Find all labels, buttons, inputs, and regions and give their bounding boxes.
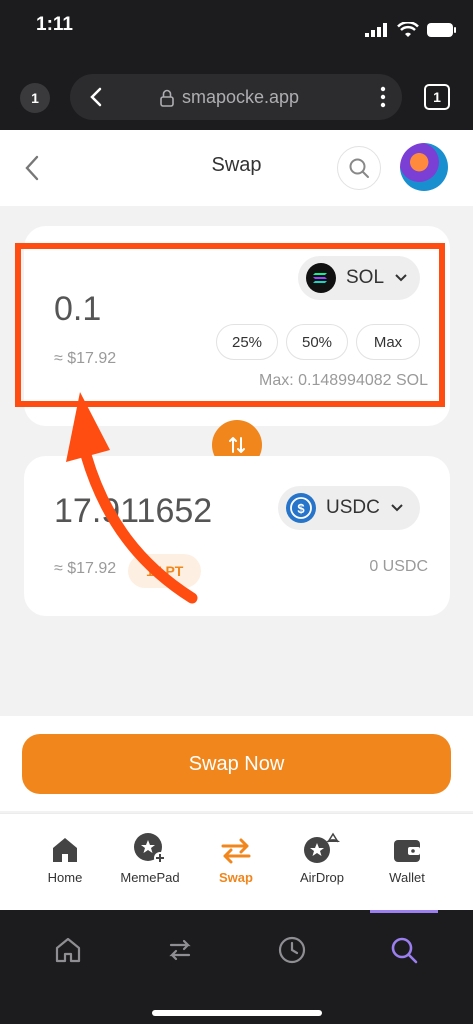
to-amount: 17.911652 [54, 492, 213, 530]
bottom-nav: Home MemePad Swap AirDrop Wallet [0, 813, 473, 910]
to-token-card: 17.911652 ≈ $17.92 17 PT $ USDC 0 USDC [24, 456, 450, 616]
nav-memepad-label: MemePad [120, 870, 180, 885]
active-tab-indicator [370, 910, 438, 913]
app-header: Swap [0, 130, 473, 206]
tabs-button[interactable]: 1 [424, 84, 450, 110]
browser-history-button[interactable] [272, 930, 312, 970]
search-icon [391, 937, 418, 964]
to-token-selector[interactable]: $ USDC [278, 486, 420, 530]
airdrop-icon [304, 832, 340, 863]
swap-now-button[interactable]: Swap Now [22, 734, 451, 794]
url-display[interactable]: smapocke.app [160, 87, 299, 108]
browser-swap-button[interactable] [160, 930, 200, 970]
chevron-down-icon [391, 504, 403, 512]
wallet-icon [394, 840, 420, 862]
tab-count-badge[interactable]: 1 [20, 83, 50, 113]
action-area: Swap Now [0, 716, 473, 811]
browser-bar: 1 smapocke.app 1 [0, 60, 473, 130]
nav-memepad[interactable]: MemePad [105, 830, 195, 885]
lock-icon [160, 89, 174, 107]
clock-icon [278, 936, 306, 964]
back-icon[interactable] [86, 86, 108, 108]
nav-swap-label: Swap [219, 870, 253, 885]
memepad-icon [134, 833, 166, 864]
more-icon[interactable] [380, 86, 386, 108]
home-outline-icon [55, 937, 81, 963]
avatar[interactable] [400, 143, 448, 191]
browser-search-button[interactable] [384, 930, 424, 970]
nav-wallet[interactable]: Wallet [362, 830, 452, 885]
repeat-icon [169, 939, 191, 961]
nav-airdrop[interactable]: AirDrop [277, 830, 367, 885]
nav-airdrop-label: AirDrop [299, 870, 345, 885]
status-icons [365, 22, 457, 38]
nav-home[interactable]: Home [20, 830, 110, 885]
nav-home-label: Home [47, 870, 83, 885]
search-icon [349, 158, 369, 178]
battery-icon [427, 23, 456, 37]
browser-toolbar [0, 910, 473, 1024]
nav-wallet-label: Wallet [389, 870, 425, 885]
browser-home-button[interactable] [48, 930, 88, 970]
swap-arrows-icon [221, 838, 251, 864]
nav-swap[interactable]: Swap [191, 830, 281, 885]
usdc-icon: $ [286, 493, 316, 523]
to-fiat-value: ≈ $17.92 [54, 560, 117, 577]
search-button[interactable] [337, 146, 381, 190]
address-bar[interactable]: smapocke.app [70, 74, 402, 120]
to-token-symbol: USDC [326, 497, 380, 518]
swap-vertical-icon [229, 437, 245, 453]
wifi-icon [397, 22, 419, 37]
status-bar: 1:11 [0, 0, 473, 60]
signal-icon [365, 23, 387, 37]
url-text: smapocke.app [182, 87, 300, 107]
points-badge: 17 PT [128, 554, 202, 588]
to-balance: 0 USDC [369, 558, 428, 575]
status-time: 1:11 [36, 14, 73, 35]
svg-text:$: $ [297, 501, 305, 516]
home-indicator [152, 1010, 322, 1016]
home-icon [53, 838, 77, 862]
highlight-box [15, 243, 445, 407]
